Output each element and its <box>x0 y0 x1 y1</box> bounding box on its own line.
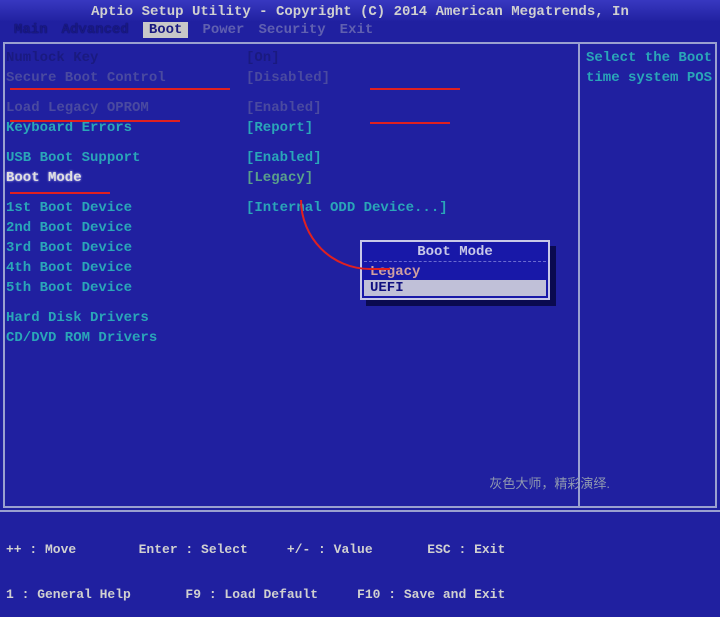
footer-line-1: ++ : Move Enter : Select +/- : Value ESC… <box>6 542 714 557</box>
popup-option-uefi[interactable]: UEFI <box>364 280 546 296</box>
label-boot-mode: Boot Mode <box>6 168 246 188</box>
help-panel: Select the Boot time system POS <box>586 48 714 88</box>
row-usb-boot[interactable]: USB Boot Support [Enabled] <box>6 148 566 168</box>
label-usb-boot: USB Boot Support <box>6 148 246 168</box>
footer-hints: ++ : Move Enter : Select +/- : Value ESC… <box>0 510 720 540</box>
row-numlock[interactable]: Numlock Key [On] <box>6 48 566 68</box>
value-usb-boot: [Enabled] <box>246 148 322 168</box>
help-line-1: Select the Boot <box>586 48 714 68</box>
tab-security[interactable]: Security <box>258 22 325 38</box>
label-numlock: Numlock Key <box>6 48 246 68</box>
row-cd-drivers[interactable]: CD/DVD ROM Drivers <box>6 328 566 348</box>
row-boot-mode[interactable]: Boot Mode [Legacy] <box>6 168 566 188</box>
row-secure-boot[interactable]: Secure Boot Control [Disabled] <box>6 68 566 88</box>
annotation-underline-5 <box>370 122 450 124</box>
divider <box>578 42 580 508</box>
annotation-underline-2 <box>10 120 180 122</box>
value-secure-boot: [Disabled] <box>246 68 330 88</box>
settings-panel: Numlock Key [On] Secure Boot Control [Di… <box>6 48 566 348</box>
annotation-underline-1 <box>10 88 230 90</box>
label-boot-5: 5th Boot Device <box>6 278 246 298</box>
popup-option-legacy[interactable]: Legacy <box>364 264 546 280</box>
value-numlock: [On] <box>246 48 280 68</box>
row-hdd-drivers[interactable]: Hard Disk Drivers <box>6 308 566 328</box>
watermark: 灰色大师，精彩演绎. <box>489 473 610 492</box>
annotation-underline-4 <box>370 88 460 90</box>
menu-tabs: Main Advanced Boot Power Security Exit <box>0 22 720 44</box>
label-legacy-oprom: Load Legacy OPROM <box>6 98 246 118</box>
bios-title: Aptio Setup Utility - Copyright (C) 2014… <box>91 4 629 20</box>
label-cd-drivers: CD/DVD ROM Drivers <box>6 328 246 348</box>
value-boot-mode: [Legacy] <box>246 168 313 188</box>
label-boot-2: 2nd Boot Device <box>6 218 246 238</box>
tab-main[interactable]: Main <box>14 22 48 38</box>
label-boot-1: 1st Boot Device <box>6 198 246 218</box>
tab-boot[interactable]: Boot <box>143 22 189 38</box>
row-boot-2[interactable]: 2nd Boot Device <box>6 218 566 238</box>
label-hdd-drivers: Hard Disk Drivers <box>6 308 246 328</box>
popup-title: Boot Mode <box>364 244 546 262</box>
tab-exit[interactable]: Exit <box>340 22 374 38</box>
bios-header: Aptio Setup Utility - Copyright (C) 2014… <box>0 0 720 22</box>
row-boot-1[interactable]: 1st Boot Device [Internal ODD Device...] <box>6 198 566 218</box>
row-legacy-oprom[interactable]: Load Legacy OPROM [Enabled] <box>6 98 566 118</box>
footer-line-2: 1 : General Help F9 : Load Default F10 :… <box>6 587 714 602</box>
annotation-underline-3 <box>10 192 110 194</box>
tab-power[interactable]: Power <box>202 22 244 38</box>
label-boot-4: 4th Boot Device <box>6 258 246 278</box>
label-secure-boot: Secure Boot Control <box>6 68 246 88</box>
help-line-2: time system POS <box>586 68 714 88</box>
tab-advanced[interactable]: Advanced <box>62 22 129 38</box>
label-boot-3: 3rd Boot Device <box>6 238 246 258</box>
value-legacy-oprom: [Enabled] <box>246 98 322 118</box>
value-keyboard-errors: [Report] <box>246 118 313 138</box>
